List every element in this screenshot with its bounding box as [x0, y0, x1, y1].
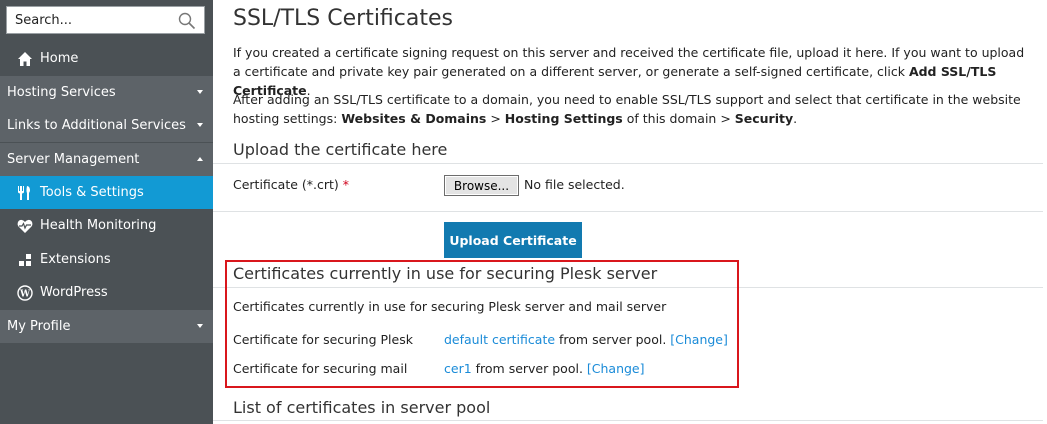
certificate-label-text: Certificate (*.crt)	[233, 177, 339, 192]
intro-text: If you created a certificate signing req…	[233, 45, 1025, 79]
extensions-icon	[16, 251, 34, 269]
highlight-box	[225, 260, 739, 388]
websites-domains-ref: Websites & Domains	[341, 111, 487, 126]
nav-links-additional-label: Links to Additional Services	[7, 118, 186, 133]
divider	[213, 420, 1043, 421]
nav-hosting-services[interactable]: Hosting Services	[0, 76, 213, 109]
divider	[213, 163, 1043, 164]
hosting-settings-ref: Hosting Settings	[504, 111, 623, 126]
upload-certificate-button[interactable]: Upload Certificate	[444, 222, 582, 258]
search-input[interactable]	[7, 7, 167, 33]
required-mark: *	[342, 177, 350, 192]
heart-pulse-icon	[16, 217, 34, 235]
nav-links-additional[interactable]: Links to Additional Services	[0, 109, 213, 142]
tools-icon	[16, 184, 34, 202]
nav-my-profile[interactable]: My Profile	[0, 310, 213, 343]
wordpress-icon: W	[16, 284, 34, 302]
nav-my-profile-label: My Profile	[7, 319, 71, 334]
nav-wordpress[interactable]: W WordPress	[0, 276, 213, 309]
home-icon	[16, 50, 34, 68]
security-ref: Security	[734, 111, 794, 126]
after-mid: of this domain >	[622, 111, 735, 126]
after-sep: >	[486, 111, 505, 126]
nav-health-monitoring-label: Health Monitoring	[40, 218, 157, 233]
divider	[213, 211, 1043, 212]
chevron-up-icon	[197, 157, 203, 161]
nav-extensions[interactable]: Extensions	[0, 243, 213, 276]
no-file-status: No file selected.	[524, 177, 625, 192]
nav-home[interactable]: Home	[0, 42, 213, 75]
page-title: SSL/TLS Certificates	[233, 6, 453, 31]
nav-server-management-label: Server Management	[7, 152, 140, 167]
search-icon[interactable]	[178, 12, 196, 30]
chevron-down-icon	[197, 90, 203, 94]
chevron-down-icon	[197, 324, 203, 328]
certificate-field-label: Certificate (*.crt) *	[233, 177, 349, 192]
nav-tools-settings[interactable]: Tools & Settings	[0, 176, 213, 209]
after-end: .	[793, 111, 798, 126]
browse-button[interactable]: Browse...	[444, 175, 519, 196]
nav-extensions-label: Extensions	[40, 252, 111, 267]
nav-wordpress-label: WordPress	[40, 285, 108, 300]
nav-health-monitoring[interactable]: Health Monitoring	[0, 209, 213, 242]
upload-section-title: Upload the certificate here	[233, 140, 448, 159]
nav-server-management[interactable]: Server Management	[0, 143, 213, 176]
nav-home-label: Home	[40, 51, 79, 66]
nav-hosting-services-label: Hosting Services	[7, 85, 116, 100]
svg-text:W: W	[19, 289, 31, 299]
after-paragraph: After adding an SSL/TLS certificate to a…	[233, 90, 1033, 128]
nav-tools-settings-label: Tools & Settings	[40, 185, 144, 200]
chevron-down-icon	[197, 123, 203, 127]
search-box	[6, 6, 205, 34]
sidebar: Home Hosting Services Links to Additiona…	[0, 0, 213, 424]
pool-section-title: List of certificates in server pool	[233, 398, 491, 417]
